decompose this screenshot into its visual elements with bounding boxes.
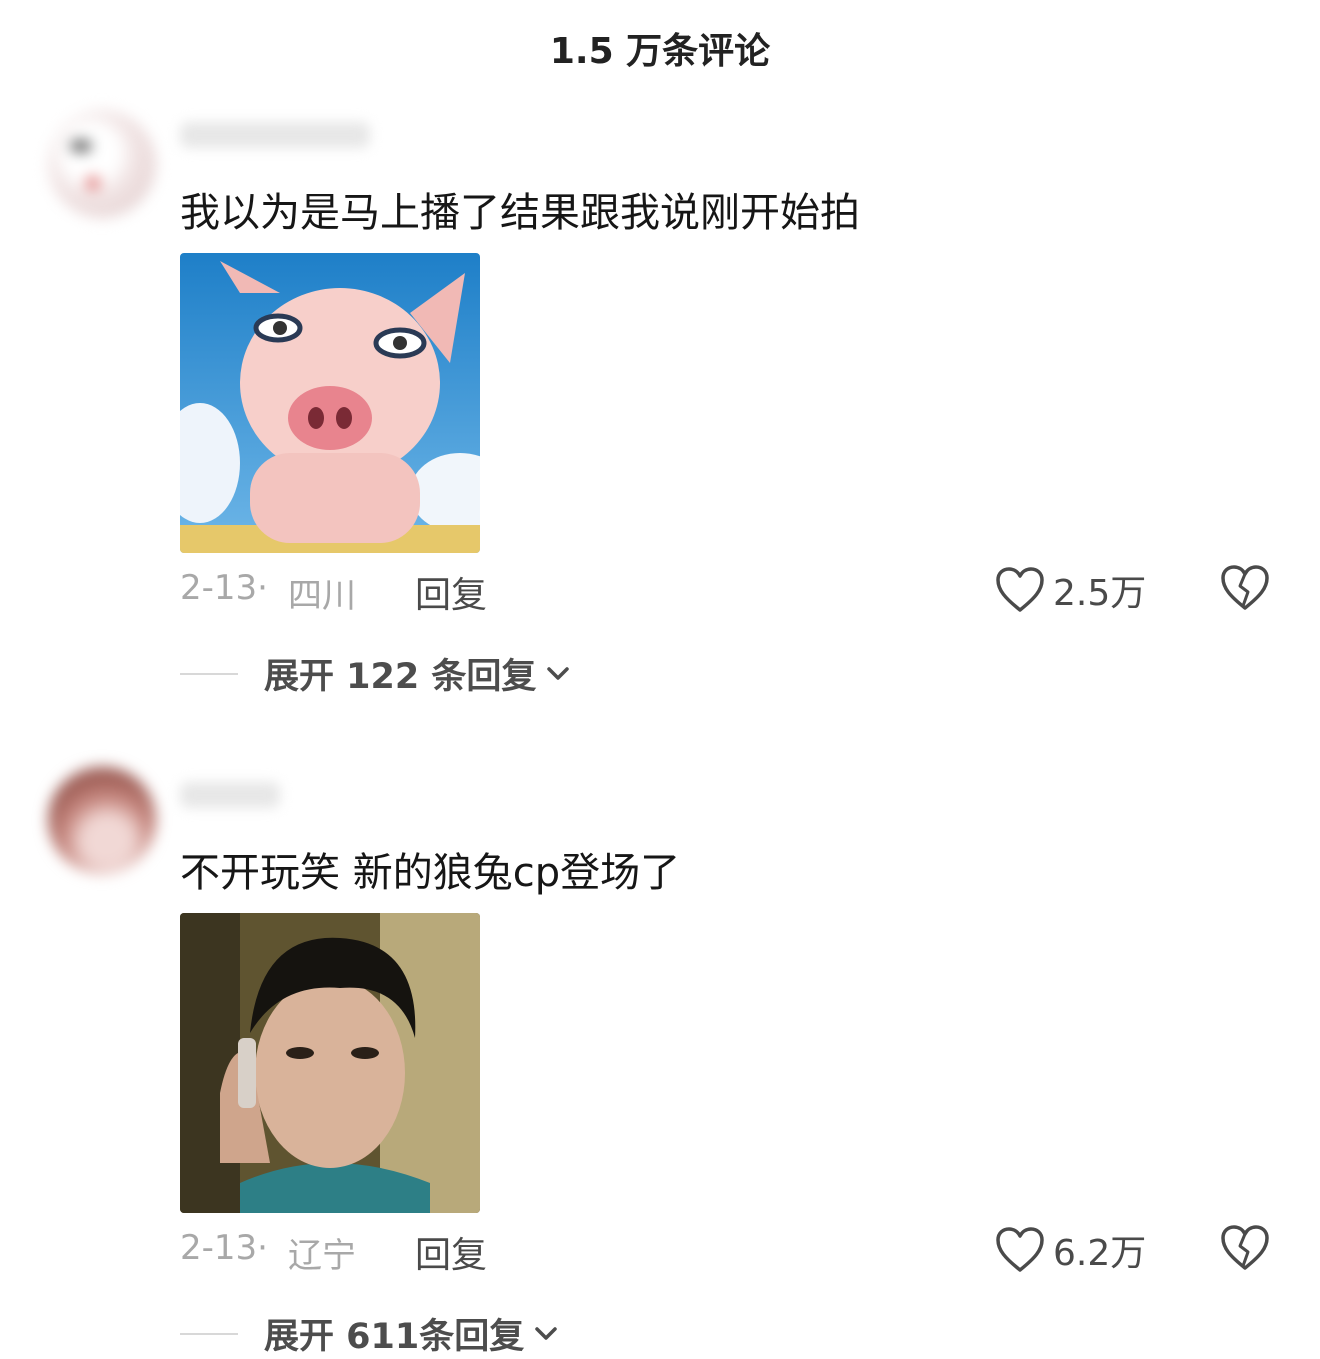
comment-text: 不开玩笑 新的狼兔cp登场了 bbox=[180, 850, 681, 896]
heart-icon bbox=[996, 567, 1044, 612]
chevron-down-icon bbox=[535, 1326, 557, 1340]
broken-heart-icon bbox=[1221, 565, 1269, 610]
reply-button[interactable]: 回复 bbox=[415, 1226, 487, 1278]
reply-button[interactable]: 回复 bbox=[415, 566, 487, 618]
chevron-down-icon bbox=[547, 666, 570, 680]
divider-line bbox=[180, 1332, 238, 1335]
man-on-phone-meme-graphic bbox=[180, 913, 480, 1213]
expand-replies-label: 展开 611条回复 bbox=[264, 1317, 525, 1357]
broken-heart-icon bbox=[1221, 1225, 1269, 1270]
pig-meme-image[interactable] bbox=[180, 253, 480, 553]
expand-replies-button[interactable]: 展开 611条回复 bbox=[180, 1308, 558, 1359]
comment-location: 辽宁 bbox=[288, 1236, 356, 1276]
avatar[interactable] bbox=[48, 766, 156, 874]
pig-meme-graphic bbox=[180, 253, 480, 553]
dislike-button[interactable] bbox=[1220, 1224, 1270, 1276]
comment-text: 我以为是马上播了结果跟我说刚开始拍 bbox=[180, 190, 860, 236]
like-count: 6.2万 bbox=[1053, 1233, 1147, 1274]
like-button[interactable]: 6.2万 bbox=[995, 1224, 1146, 1276]
username-blurred[interactable] bbox=[180, 122, 370, 148]
man-on-phone-meme-image[interactable] bbox=[180, 913, 480, 1213]
divider-line bbox=[180, 672, 238, 675]
expand-replies-label: 展开 122 条回复 bbox=[264, 657, 537, 697]
dislike-button[interactable] bbox=[1220, 564, 1270, 616]
heart-icon bbox=[996, 1227, 1044, 1272]
comment-date: 2-13· bbox=[180, 568, 268, 608]
comment-date: 2-13· bbox=[180, 1228, 268, 1268]
like-count: 2.5万 bbox=[1053, 573, 1147, 614]
username-blurred[interactable] bbox=[180, 782, 280, 808]
like-button[interactable]: 2.5万 bbox=[995, 564, 1146, 616]
avatar[interactable] bbox=[48, 110, 156, 218]
expand-replies-button[interactable]: 展开 122 条回复 bbox=[180, 648, 570, 699]
comment-count-title: 1.5 万条评论 bbox=[549, 31, 771, 72]
comment-location: 四川 bbox=[288, 576, 356, 616]
